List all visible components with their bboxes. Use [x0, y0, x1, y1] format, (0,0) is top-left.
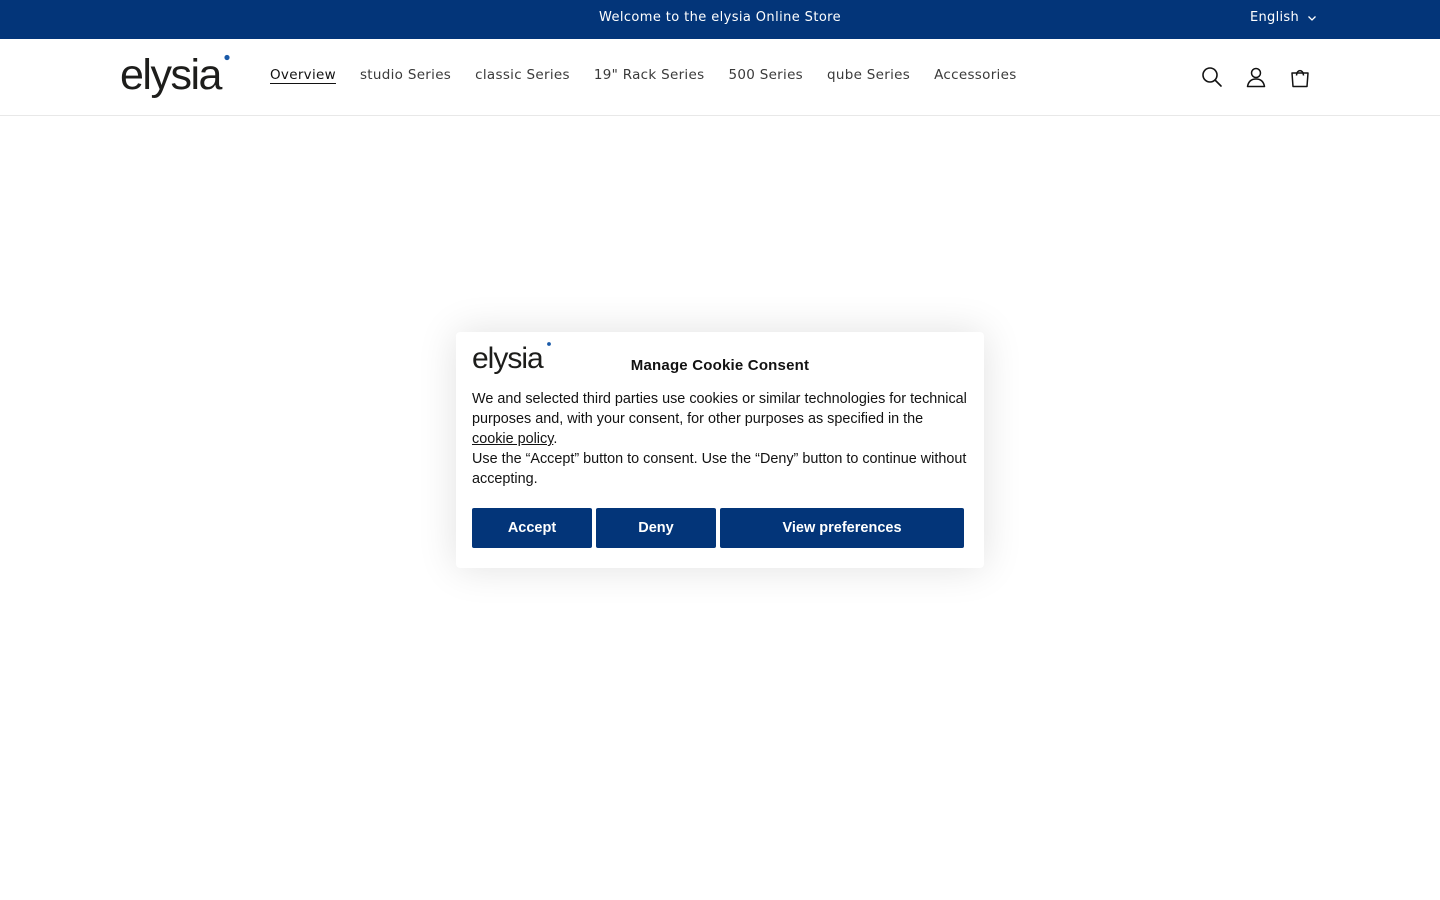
cookie-text-part1: We and selected third parties use cookie… — [472, 391, 967, 427]
cookie-consent-dialog: elysia Manage Cookie Consent We and sele… — [456, 332, 984, 568]
language-selector[interactable]: English — [1250, 10, 1317, 25]
cookie-dialog-buttons: Accept Deny View preferences — [472, 508, 964, 548]
nav-item-studio-series[interactable]: studio Series — [360, 67, 451, 83]
search-button[interactable] — [1200, 63, 1224, 91]
logo-dot — [224, 54, 230, 61]
language-label: English — [1250, 10, 1300, 25]
header-icons — [1200, 63, 1312, 91]
accept-button[interactable]: Accept — [472, 508, 592, 548]
main-nav: Overview studio Series classic Series 19… — [270, 67, 1041, 83]
cart-icon — [1291, 69, 1309, 88]
cookie-text-line2: Use the “Accept” button to consent. Use … — [472, 451, 967, 487]
deny-button[interactable]: Deny — [596, 508, 716, 548]
nav-item-qube-series[interactable]: qube Series — [827, 67, 910, 83]
announcement-message: Welcome to the elysia Online Store — [598, 10, 842, 25]
logo-wordmark: elysia — [120, 51, 223, 99]
cookie-policy-link[interactable]: cookie policy — [472, 431, 553, 447]
cookie-text-part2: . — [553, 431, 558, 447]
cookie-logo-dot — [547, 342, 551, 346]
site-header: elysia Overview studio Series classic Se… — [0, 39, 1440, 116]
nav-item-overview[interactable]: Overview — [270, 67, 336, 83]
nav-item-accessories[interactable]: Accessories — [934, 67, 1016, 83]
nav-item-500-series[interactable]: 500 Series — [728, 67, 803, 83]
elysia-logo[interactable]: elysia — [120, 51, 232, 101]
account-icon — [1246, 67, 1266, 88]
nav-item-19-rack-series[interactable]: 19" Rack Series — [594, 67, 705, 83]
cookie-dialog-text: We and selected third parties use cookie… — [472, 389, 968, 489]
nav-item-classic-series[interactable]: classic Series — [475, 67, 570, 83]
announcement-bar: Welcome to the elysia Online Store Engli… — [0, 0, 1440, 39]
cookie-dialog-title: Manage Cookie Consent — [630, 357, 810, 374]
cart-button[interactable] — [1288, 63, 1312, 91]
chevron-down-icon — [1308, 15, 1317, 21]
search-icon — [1202, 67, 1222, 87]
view-preferences-button[interactable]: View preferences — [720, 508, 964, 548]
account-button[interactable] — [1244, 63, 1268, 91]
